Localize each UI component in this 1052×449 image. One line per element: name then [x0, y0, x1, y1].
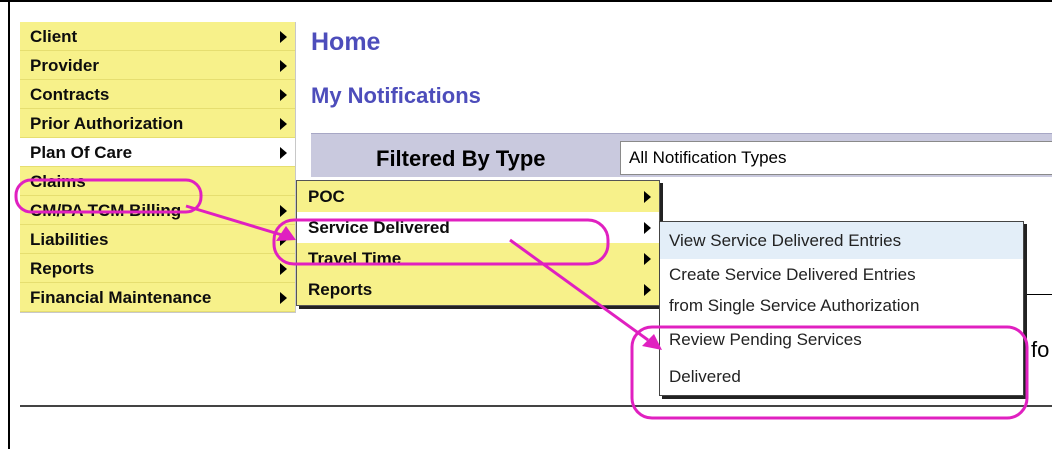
submenu-arrow-icon [280, 89, 287, 101]
submenu-item-travel-time[interactable]: Travel Time [297, 243, 659, 274]
submenu-arrow-icon [644, 284, 651, 296]
submenu-arrow-icon [280, 292, 287, 304]
submenu-arrow-icon [280, 60, 287, 72]
submenu-arrow-icon [280, 263, 287, 275]
menu-item-financial-maintenance[interactable]: Financial Maintenance [20, 283, 295, 312]
submenu-item-poc[interactable]: POC [297, 181, 659, 212]
background-text: fo [1031, 337, 1050, 362]
menu-item-client[interactable]: Client [20, 22, 295, 51]
menu-item-contracts[interactable]: Contracts [20, 80, 295, 109]
menu-item-prior-authorization[interactable]: Prior Authorization [20, 109, 295, 138]
filter-label: Filtered By Type [376, 146, 546, 171]
submenu-arrow-icon [280, 234, 287, 246]
submenu-arrow-icon [280, 147, 287, 159]
window-left-border [8, 0, 10, 449]
view-service-delivered-entries-item[interactable]: View Service Delivered Entries [660, 222, 1023, 259]
menu-item-label: Claims [30, 172, 86, 191]
submenu-arrow-icon [644, 191, 651, 203]
menu-item-provider[interactable]: Provider [20, 51, 295, 80]
submenu-item-label: Travel Time [308, 249, 402, 268]
menu-item-label: Liabilities [30, 230, 109, 249]
divider [20, 405, 1052, 407]
create-service-delivered-entries-item-line2[interactable]: from Single Service Authorization [660, 290, 1023, 321]
submenu-arrow-icon [280, 205, 287, 217]
review-pending-services-item[interactable]: Review Pending Services [660, 321, 1023, 358]
menu-item-label: Client [30, 27, 78, 46]
submenu-item-label: Service Delivered [308, 218, 450, 237]
page-title: Home [311, 28, 381, 56]
menu-item-label: Financial Maintenance [30, 288, 212, 307]
menu-item-label: CM/PA TCM Billing [30, 201, 182, 220]
menu-item-label: Plan Of Care [30, 143, 133, 162]
menu-item-label: Provider [30, 56, 99, 75]
plan-of-care-submenu: POC Service Delivered Travel Time Report… [296, 180, 660, 306]
submenu-arrow-icon [644, 253, 651, 265]
review-pending-services-item-line2[interactable]: Delivered [660, 358, 1023, 395]
menu-item-plan-of-care[interactable]: Plan Of Care [20, 138, 295, 167]
service-delivered-submenu: View Service Delivered Entries Create Se… [659, 221, 1024, 396]
menu-item-label: Reports [30, 259, 95, 278]
menu-item-liabilities[interactable]: Liabilities [20, 225, 295, 254]
menu-item-claims[interactable]: Claims [20, 167, 295, 196]
submenu-arrow-icon [280, 31, 287, 43]
submenu-item-label: Reports [308, 280, 373, 299]
submenu-item-reports[interactable]: Reports [297, 274, 659, 305]
window-top-border [0, 0, 1052, 2]
submenu-item-service-delivered[interactable]: Service Delivered [297, 212, 659, 243]
menu-item-reports[interactable]: Reports [20, 254, 295, 283]
menu-item-cm-pa-tcm-billing[interactable]: CM/PA TCM Billing [20, 196, 295, 225]
create-service-delivered-entries-item[interactable]: Create Service Delivered Entries [660, 259, 1023, 290]
notification-type-select[interactable]: All Notification Types [620, 141, 1052, 175]
submenu-item-label: POC [308, 187, 345, 206]
submenu-arrow-icon [644, 222, 651, 234]
menu-item-label: Contracts [30, 85, 110, 104]
main-menu: Client Provider Contracts Prior Authoriz… [20, 22, 296, 313]
menu-item-label: Prior Authorization [30, 114, 184, 133]
submenu-arrow-icon [280, 118, 287, 130]
section-title: My Notifications [311, 83, 481, 108]
